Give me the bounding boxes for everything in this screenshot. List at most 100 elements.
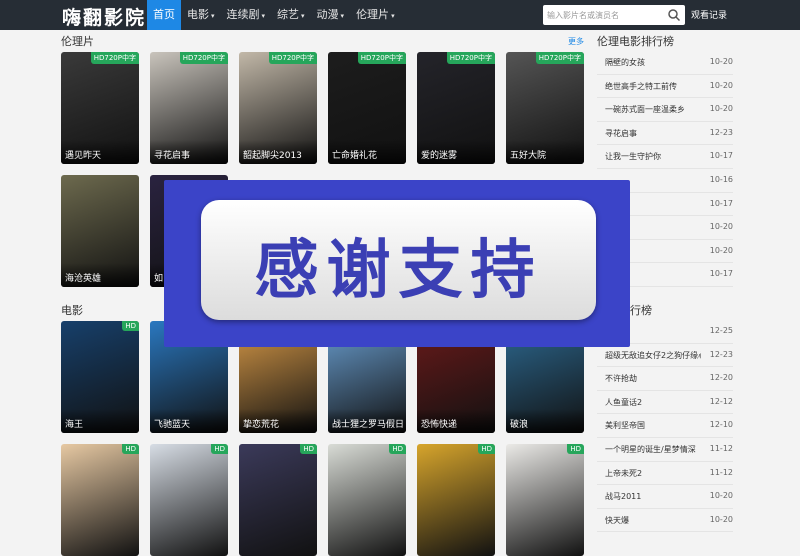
ranking-item-date: 10-16 [709,174,733,184]
watch-history-link[interactable]: 观看记录 [691,8,727,21]
ranking-item-title: 隔壁的女孩 [605,58,645,67]
ranking-item-title: 绝世高手之特工前传 [605,81,677,91]
caret-down-icon: ▾ [301,12,305,20]
ranking-item-date: 10-17 [709,269,733,279]
poster-title: 战士狸之罗马假日 [328,409,406,433]
caret-down-icon: ▾ [261,12,266,20]
poster-card[interactable]: HD [506,444,584,556]
poster-title: 海王 [61,409,139,433]
thanks-overlay: 感谢支持 [164,180,630,347]
poster-card[interactable]: HD [150,444,228,556]
ranking-item-date: 12-23 [709,127,733,137]
nav-item-label: 伦理片 [356,8,390,21]
quality-badge: HD720P中字 [535,52,584,64]
poster-card[interactable]: HD720P中字韶起脚尖2013 [239,52,317,164]
nav-item-5[interactable]: 伦理片 ▾ [350,0,401,30]
poster-title: 破浪 [506,409,584,433]
quality-badge: HD [211,444,228,454]
ranking-item[interactable]: 让我一生守护你 10-17 [597,145,733,169]
ranking-item-title: 寻花启事 [605,128,637,138]
poster-card[interactable]: HD [417,444,495,556]
quality-badge: HD [300,444,317,454]
ranking-item-date: 11-12 [709,467,733,477]
poster-card[interactable]: HD720P中字 亡命婚礼花 [328,52,406,164]
ranking-item-date: 10-20 [709,104,733,114]
ranking-item[interactable]: 超级无敌追女仔2之狗仔缘心 12-23 [597,344,733,368]
ranking-item-date: 11-12 [709,443,733,453]
ranking-item[interactable]: 快天爆 10-20 [597,509,733,533]
nav-item-label: 电影 [187,8,209,21]
quality-badge: HD [122,444,139,454]
ranking-item[interactable]: 上帝未死2 11-12 [597,462,733,486]
ranking-item[interactable]: 战马2011 10-20 [597,485,733,509]
nav-item-0[interactable]: 首页 [147,0,181,30]
ranking-item-date: 12-12 [709,396,733,406]
ranking-list-movies: 12-25 超级无敌追女仔2之狗仔缘心 12-23 不许抢劫 12-20 人鱼童话2 12-… [597,320,733,533]
poster-card[interactable]: 海沧英雄 [61,175,139,287]
main-nav: 首页 电影 ▾ 连续剧 ▾ 综艺 ▾ 动漫 ▾ 伦理片 ▾ [147,0,401,30]
ranking-item-date: 10-17 [709,151,733,161]
quality-badge: HD720P中字 [90,52,139,64]
ranking-item-date: 10-20 [709,80,733,90]
poster-title: 亡命婚礼花 [328,140,406,164]
ranking-title-ethics: 伦理电影排行榜 [597,35,674,48]
nav-item-2[interactable]: 连续剧 ▾ [221,0,272,30]
site-logo[interactable]: 嗨翻影院 [62,3,146,30]
quality-badge: HD720P中字 [446,52,495,64]
ranking-item-title: 一碗苏式面一座温柔乡 [605,105,685,115]
poster-card[interactable]: HD [61,444,139,556]
ranking-item-title: 美利坚帝国 [605,421,645,431]
ranking-item[interactable]: 美利坚帝国 12-10 [597,414,733,438]
ranking-item[interactable]: 人鱼童话2 12-12 [597,391,733,415]
thanks-text: 感谢支持 [254,234,543,308]
ranking-item[interactable]: 不许抢劫 12-20 [597,367,733,391]
ranking-item-date: 10-20 [709,245,733,255]
poster-title: 韶起脚尖2013 [239,140,317,164]
more-link[interactable]: 更多 [568,36,584,47]
poster-title: 挚恋荒花 [239,409,317,433]
ranking-title-movies: 行榜 [630,304,652,317]
poster-card[interactable]: HD [239,444,317,556]
ranking-item-title: 人鱼童话2 [605,397,643,407]
ranking-item[interactable]: 绝世高手之特工前传 10-20 [597,75,733,99]
caret-down-icon: ▾ [211,12,215,20]
poster-card[interactable]: HD [328,444,406,556]
caret-down-icon: ▾ [391,12,395,20]
poster-card[interactable]: HD720P中字 五好大院 [506,52,584,164]
quality-badge: HD [122,321,139,331]
thanks-overlay-panel: 感谢支持 [201,200,596,320]
search-input[interactable] [547,7,665,23]
nav-item-label: 首页 [153,8,175,21]
quality-badge: HD [389,444,406,454]
nav-item-1[interactable]: 电影 ▾ [181,0,221,30]
ranking-item-title: 让我一生守护你 [605,152,661,162]
ranking-item-date: 10-20 [709,491,733,501]
ranking-item[interactable]: 一个明星的诞生/星梦情深 11-12 [597,438,733,462]
section-title-ethics[interactable]: 伦理片 [61,33,94,49]
poster-title: 海沧英雄 [61,263,139,287]
poster-card[interactable]: HD720P中字 遇见昨天 [61,52,139,164]
ranking-item-date: 10-20 [709,57,733,66]
nav-item-label: 连续剧 [226,8,260,21]
nav-item-4[interactable]: 动漫 ▾ [311,0,351,30]
ranking-item[interactable]: 一碗苏式面一座温柔乡 10-20 [597,98,733,122]
search-box [543,5,685,25]
ranking-item-date: 12-23 [709,349,733,359]
quality-badge: HD720P中字 [179,52,228,64]
ranking-item-date: 10-20 [709,514,733,524]
caret-down-icon: ▾ [340,12,345,20]
ranking-item[interactable]: 隔壁的女孩 10-20 [597,51,733,75]
section-title-movies[interactable]: 电影 [61,302,83,318]
search-icon[interactable] [667,8,681,22]
quality-badge: HD720P中字 [268,52,317,64]
poster-card[interactable]: HD720P中字 爱的迷雾 [417,52,495,164]
ranking-item-title: 战马2011 [605,492,642,502]
poster-card[interactable]: HD 海王 [61,321,139,433]
nav-item-label: 动漫 [316,8,339,21]
poster-title: 飞驰蓝天 [150,409,228,433]
ranking-item[interactable]: 寻花启事 12-23 [597,122,733,146]
nav-item-3[interactable]: 综艺 ▾ [271,0,311,30]
nav-item-label: 综艺 [277,8,300,21]
poster-card[interactable]: HD720P中字寻花启事 [150,52,228,164]
poster-title: 寻花启事 [150,140,228,164]
